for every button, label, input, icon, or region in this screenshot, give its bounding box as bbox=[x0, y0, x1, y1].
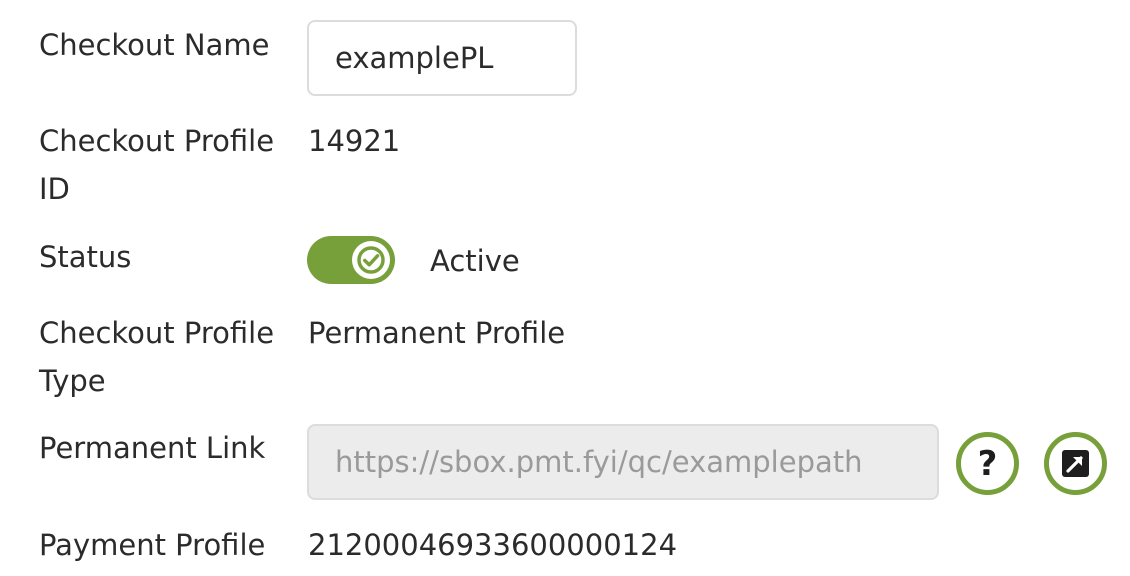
checkout-profile-type-label: Checkout Profile Type bbox=[39, 316, 275, 398]
permanent-link-input[interactable] bbox=[307, 424, 939, 500]
permanent-link-label: Permanent Link bbox=[39, 431, 266, 465]
toggle-knob bbox=[352, 241, 390, 279]
check-icon bbox=[357, 246, 385, 274]
status-label: Status bbox=[39, 240, 132, 274]
payment-profile-label: Payment Profile bbox=[39, 528, 266, 562]
permanent-link-help-button[interactable]: ? bbox=[956, 432, 1019, 495]
checkout-name-input[interactable] bbox=[307, 20, 577, 96]
status-toggle[interactable] bbox=[307, 236, 395, 284]
payment-profile-value: 21200046933600000124 bbox=[308, 528, 678, 562]
checkout-name-label: Checkout Name bbox=[39, 28, 270, 62]
external-link-icon bbox=[1062, 450, 1089, 477]
status-value: Active bbox=[430, 244, 520, 278]
permanent-link-open-button[interactable] bbox=[1044, 432, 1107, 495]
svg-text:?: ? bbox=[978, 444, 998, 484]
checkout-profile-id-label: Checkout Profile ID bbox=[39, 124, 275, 206]
checkout-profile-id-value: 14921 bbox=[308, 124, 401, 158]
checkout-profile-type-value: Permanent Profile bbox=[308, 316, 566, 350]
question-mark-icon: ? bbox=[978, 444, 998, 484]
